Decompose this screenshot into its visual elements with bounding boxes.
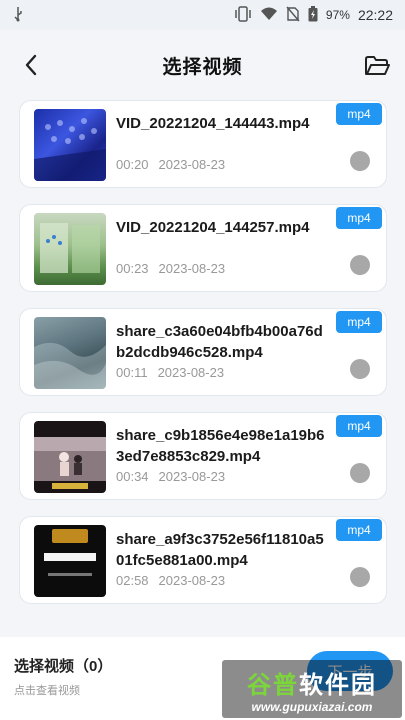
format-badge: mp4 bbox=[336, 311, 382, 333]
chevron-left-icon bbox=[25, 54, 37, 76]
video-meta: 00:11 2023-08-23 bbox=[116, 365, 224, 380]
selected-count-label[interactable]: 选择视频（0） bbox=[14, 655, 112, 676]
view-video-hint[interactable]: 点击查看视频 bbox=[14, 682, 80, 698]
video-thumbnail bbox=[34, 213, 106, 285]
status-bar: 97% 22:22 bbox=[0, 0, 405, 30]
watermark-logo: 谷普软件园 www.gupuxiazai.com bbox=[222, 660, 402, 718]
select-radio[interactable] bbox=[350, 255, 370, 275]
video-duration: 00:20 bbox=[116, 157, 149, 172]
video-date: 2023-08-23 bbox=[158, 261, 226, 276]
video-thumbnail bbox=[34, 109, 106, 181]
video-filename: VID_20221204_144443.mp4 bbox=[116, 115, 310, 132]
folder-icon bbox=[365, 56, 390, 75]
video-list[interactable]: VID_20221204_144443.mp4 00:20 2023-08-23 … bbox=[0, 100, 405, 620]
video-date: 2023-08-23 bbox=[158, 469, 226, 484]
video-date: 2023-08-23 bbox=[157, 365, 225, 380]
video-item[interactable]: share_c9b1856e4e98e1a19b63ed7e8853c829.m… bbox=[19, 412, 387, 500]
vibrate-icon bbox=[234, 5, 252, 25]
video-date: 2023-08-23 bbox=[158, 573, 226, 588]
video-filename: share_a9f3c3752e56f11810a501fc5e881a00.m… bbox=[116, 531, 324, 569]
select-radio[interactable] bbox=[350, 463, 370, 483]
format-badge: mp4 bbox=[336, 207, 382, 229]
video-meta: 00:34 2023-08-23 bbox=[116, 469, 225, 484]
video-meta: 00:23 2023-08-23 bbox=[116, 261, 225, 276]
format-badge: mp4 bbox=[336, 519, 382, 541]
battery-charging-icon bbox=[308, 5, 318, 25]
video-duration: 00:34 bbox=[116, 469, 149, 484]
watermark-brand: 谷普软件园 bbox=[247, 671, 377, 699]
usb-icon bbox=[12, 6, 24, 25]
video-thumbnail bbox=[34, 421, 106, 493]
video-duration: 02:58 bbox=[116, 573, 149, 588]
video-thumbnail bbox=[34, 317, 106, 389]
format-badge: mp4 bbox=[336, 103, 382, 125]
video-filename: share_c9b1856e4e98e1a19b63ed7e8853c829.m… bbox=[116, 427, 325, 465]
clock: 22:22 bbox=[357, 7, 393, 23]
page-title: 选择视频 bbox=[162, 56, 243, 78]
video-filename: VID_20221204_144257.mp4 bbox=[116, 219, 310, 236]
video-item[interactable]: VID_20221204_144257.mp4 00:23 2023-08-23 … bbox=[19, 204, 387, 292]
video-filename: share_c3a60e04bfb4b00a76db2dcdb946c528.m… bbox=[116, 323, 323, 361]
video-thumbnail bbox=[34, 525, 106, 597]
video-item[interactable]: share_c3a60e04bfb4b00a76db2dcdb946c528.m… bbox=[19, 308, 387, 396]
select-radio[interactable] bbox=[350, 151, 370, 171]
video-item[interactable]: VID_20221204_144443.mp4 00:20 2023-08-23 … bbox=[19, 100, 387, 188]
wifi-icon bbox=[260, 7, 278, 24]
back-button[interactable] bbox=[18, 52, 44, 78]
no-sim-icon bbox=[286, 6, 300, 25]
video-date: 2023-08-23 bbox=[158, 157, 226, 172]
video-meta: 02:58 2023-08-23 bbox=[116, 573, 225, 588]
video-duration: 00:23 bbox=[116, 261, 149, 276]
select-radio[interactable] bbox=[350, 359, 370, 379]
folder-button[interactable] bbox=[363, 53, 391, 79]
select-radio[interactable] bbox=[350, 567, 370, 587]
video-duration: 00:11 bbox=[116, 365, 148, 380]
video-item[interactable]: share_a9f3c3752e56f11810a501fc5e881a00.m… bbox=[19, 516, 387, 604]
watermark-url: www.gupuxiazai.com bbox=[251, 699, 373, 714]
app-bar: 选择视频 bbox=[0, 30, 405, 100]
format-badge: mp4 bbox=[336, 415, 382, 437]
video-meta: 00:20 2023-08-23 bbox=[116, 157, 225, 172]
battery-percent: 97% bbox=[325, 8, 350, 22]
